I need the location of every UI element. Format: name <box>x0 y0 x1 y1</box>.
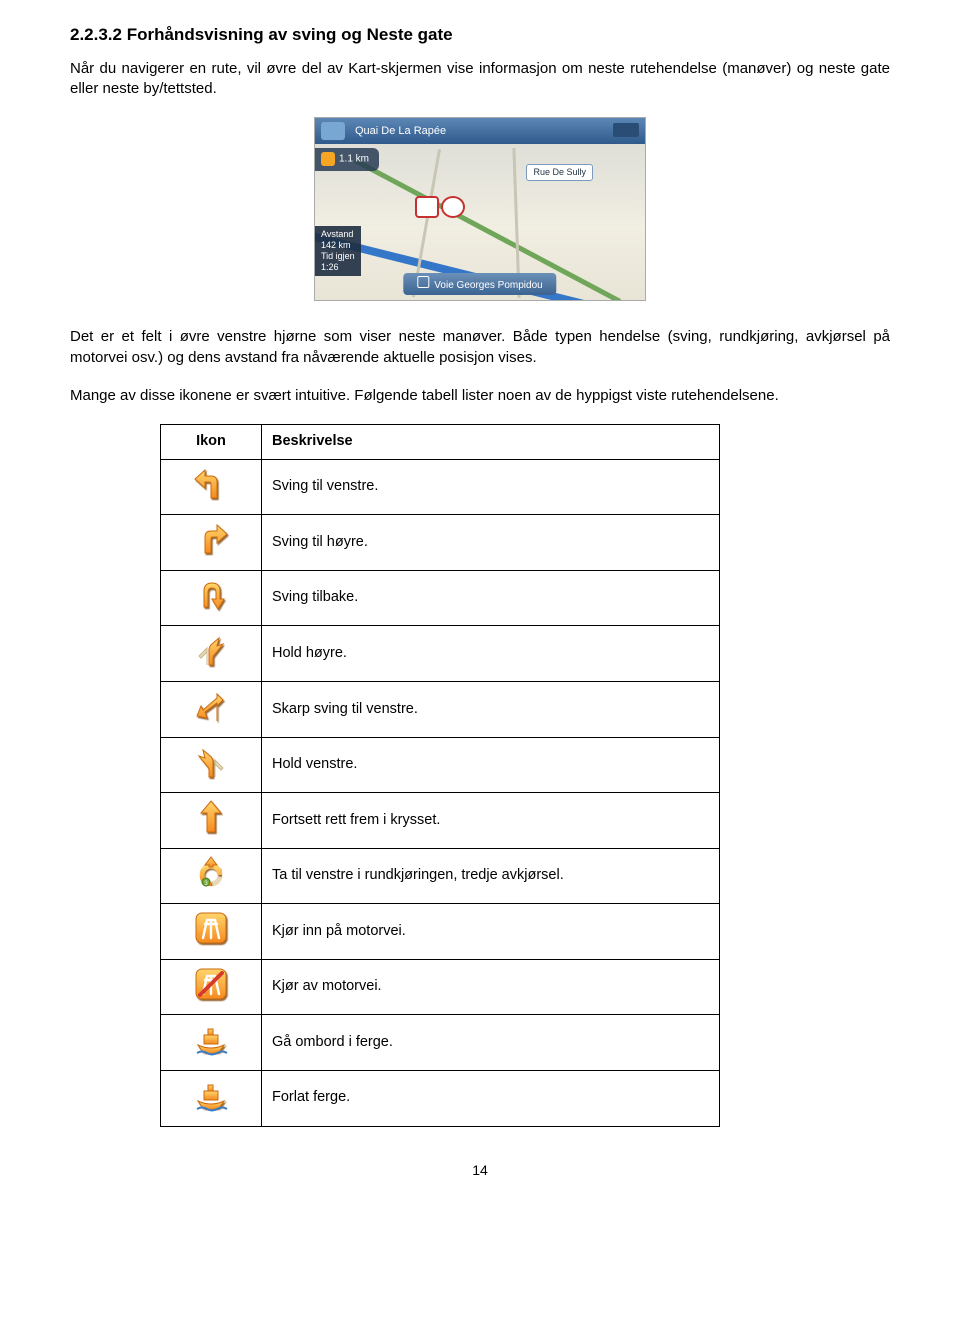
gps-icon <box>321 122 345 140</box>
nav-street-label: Rue De Sully <box>526 164 593 180</box>
table-header-icon: Ikon <box>161 425 262 460</box>
icon-description: Kjør inn på motorvei. <box>262 904 720 960</box>
straight-icon <box>161 793 262 849</box>
table-row: Kjør inn på motorvei. <box>161 904 720 960</box>
body-paragraph-3: Mange av disse ikonene er svært intuitiv… <box>70 386 890 406</box>
page-number: 14 <box>70 1161 890 1180</box>
battery-icon <box>613 123 639 137</box>
table-row: Sving til høyre. <box>161 515 720 571</box>
sharp-left-icon <box>161 682 262 738</box>
table-row: Sving tilbake. <box>161 570 720 626</box>
table-row: Fortsett rett frem i krysset. <box>161 793 720 849</box>
nav-stats: Avstand142 kmTid igjen1:26 <box>315 226 361 275</box>
table-row: Skarp sving til venstre. <box>161 682 720 738</box>
icon-description: Sving tilbake. <box>262 570 720 626</box>
nav-distance: 1.1 km <box>315 148 379 170</box>
motorway-on-icon <box>161 904 262 960</box>
table-row: Hold venstre. <box>161 737 720 793</box>
intro-paragraph: Når du navigerer en rute, vil øvre del a… <box>70 59 890 100</box>
roundabout-icon <box>161 848 262 904</box>
icon-table: Ikon Beskrivelse Sving til venstre.Sving… <box>160 424 720 1126</box>
table-row: Hold høyre. <box>161 626 720 682</box>
icon-description: Sving til venstre. <box>262 459 720 515</box>
icon-description: Kjør av motorvei. <box>262 959 720 1015</box>
bear-right-icon <box>161 626 262 682</box>
bear-left-icon <box>161 737 262 793</box>
icon-description: Ta til venstre i rundkjøringen, tredje a… <box>262 848 720 904</box>
body-paragraph-2: Det er et felt i øvre venstre hjørne som… <box>70 327 890 368</box>
icon-description: Forlat ferge. <box>262 1070 720 1126</box>
turn-left-icon <box>161 459 262 515</box>
section-heading: 2.2.3.2 Forhåndsvisning av sving og Nest… <box>70 24 890 47</box>
motorway-off-icon <box>161 959 262 1015</box>
u-turn-icon <box>161 570 262 626</box>
nav-topbar: Quai De La Rapée <box>315 118 645 144</box>
table-row: Ta til venstre i rundkjøringen, tredje a… <box>161 848 720 904</box>
table-row: Sving til venstre. <box>161 459 720 515</box>
nav-top-street: Quai De La Rapée <box>355 125 446 137</box>
icon-description: Hold høyre. <box>262 626 720 682</box>
warning-sign-icon <box>415 196 439 218</box>
table-row: Kjør av motorvei. <box>161 959 720 1015</box>
ferry-on-icon <box>161 1015 262 1071</box>
nav-screenshot: Quai De La Rapée Rue De Sully 1.1 km Avs… <box>314 117 646 301</box>
icon-description: Gå ombord i ferge. <box>262 1015 720 1071</box>
icon-description: Fortsett rett frem i krysset. <box>262 793 720 849</box>
ferry-off-icon <box>161 1070 262 1126</box>
table-row: Gå ombord i ferge. <box>161 1015 720 1071</box>
icon-description: Sving til høyre. <box>262 515 720 571</box>
table-header-desc: Beskrivelse <box>262 425 720 460</box>
icon-description: Hold venstre. <box>262 737 720 793</box>
icon-description: Skarp sving til venstre. <box>262 682 720 738</box>
turn-right-icon <box>161 515 262 571</box>
table-row: Forlat ferge. <box>161 1070 720 1126</box>
nav-bottom-street: Voie Georges Pompidou <box>403 273 556 296</box>
